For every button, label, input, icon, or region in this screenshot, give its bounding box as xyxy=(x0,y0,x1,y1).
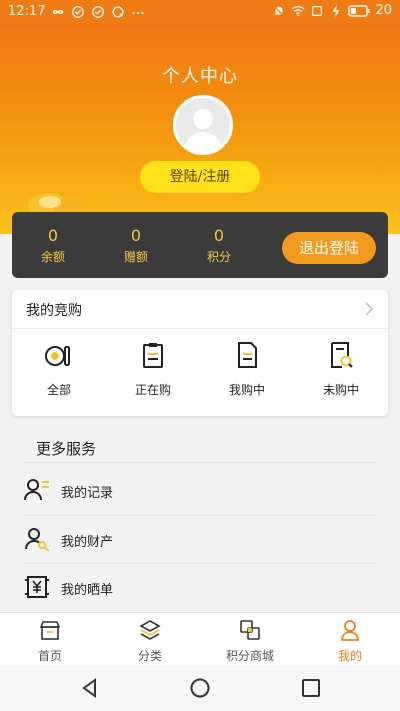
home-circle-icon[interactable] xyxy=(189,677,211,699)
service-label: 我的记录 xyxy=(61,486,114,501)
auction-item-label: 全部 xyxy=(46,383,71,397)
stat-value: 0 xyxy=(47,226,59,245)
tab-home[interactable]: 首页 xyxy=(10,619,90,664)
stats-card: 0 余额 0 赠额 0 积分 退出登陆 xyxy=(12,212,388,278)
auction-all[interactable]: 全部 xyxy=(19,340,99,398)
tab-points-mall[interactable]: 积分商城 xyxy=(210,619,290,664)
search-document-icon xyxy=(331,342,353,368)
document-icon xyxy=(238,342,257,368)
charging-icon xyxy=(332,4,340,17)
gold-coins-icon xyxy=(28,193,86,215)
recents-square-icon[interactable] xyxy=(300,677,322,699)
divider xyxy=(24,462,376,463)
auction-won[interactable]: 我购中 xyxy=(207,340,287,398)
stat-points[interactable]: 0 积分 xyxy=(189,226,249,265)
tab-label: 我的 xyxy=(337,649,362,663)
my-auctions-title: 我的竞购 xyxy=(26,303,82,319)
service-label: 我的晒单 xyxy=(61,583,114,598)
status-bar: 12:17 20 xyxy=(0,0,400,24)
q-icon xyxy=(112,5,124,18)
stat-value: 0 xyxy=(130,226,142,245)
more-dots-icon xyxy=(132,11,144,14)
service-my-records[interactable]: 我的记录 xyxy=(24,467,376,515)
sim-icon xyxy=(312,5,323,16)
battery-level: 20 xyxy=(375,3,392,18)
status-time: 12:17 xyxy=(8,4,46,19)
stat-value: 0 xyxy=(213,226,225,245)
service-label: 我的财产 xyxy=(61,535,114,550)
mute-icon xyxy=(273,4,286,17)
auction-not-won[interactable]: 未购中 xyxy=(301,340,381,398)
stat-balance[interactable]: 0 余额 xyxy=(23,226,83,265)
tab-mine[interactable]: 我的 xyxy=(310,619,390,664)
tab-label: 首页 xyxy=(37,649,62,663)
bottom-tab-bar: 首页 分类 积分商城 我的 xyxy=(0,612,400,665)
stat-bonus[interactable]: 0 赠额 xyxy=(106,226,166,265)
auction-item-label: 正在购 xyxy=(134,383,171,397)
all-icon xyxy=(45,346,70,366)
auction-item-label: 未购中 xyxy=(322,383,359,397)
check-circle-icon xyxy=(72,5,85,18)
auction-item-label: 我购中 xyxy=(228,383,265,397)
user-key-icon xyxy=(25,528,50,552)
stat-label: 余额 xyxy=(40,250,65,264)
tab-label: 积分商城 xyxy=(225,649,274,663)
stat-label: 积分 xyxy=(206,250,231,264)
battery-icon xyxy=(348,4,370,17)
wifi-icon xyxy=(291,5,306,16)
logout-button[interactable]: 退出登陆 xyxy=(282,232,376,264)
clipboard-icon xyxy=(143,343,163,368)
page-title: 个人中心 xyxy=(162,66,238,87)
my-auctions-card: 我的竞购 全部 正在购 我购中 未购中 xyxy=(12,290,388,416)
tab-categories[interactable]: 分类 xyxy=(110,619,190,664)
user-icon xyxy=(341,620,359,641)
chevron-right-icon xyxy=(365,302,374,316)
system-nav-bar xyxy=(0,665,400,711)
status-right: 20 xyxy=(272,3,392,18)
auction-buying[interactable]: 正在购 xyxy=(113,340,193,398)
user-list-icon xyxy=(24,479,49,501)
exchange-icon xyxy=(240,620,260,640)
default-user-icon xyxy=(176,98,230,152)
stat-label: 赠额 xyxy=(123,250,148,264)
shop-icon xyxy=(39,621,61,640)
status-left: 12:17 xyxy=(8,4,145,19)
yen-receipt-icon xyxy=(25,576,49,598)
tab-label: 分类 xyxy=(137,649,162,663)
infinity-icon xyxy=(53,9,64,14)
check-circle-icon-2 xyxy=(92,5,105,18)
service-my-showcase[interactable]: 我的晒单 xyxy=(24,564,376,612)
more-services-title: 更多服务 xyxy=(36,440,97,458)
service-my-assets[interactable]: 我的财产 xyxy=(24,516,376,564)
back-icon[interactable] xyxy=(79,677,101,699)
login-register-button[interactable]: 登陆/注册 xyxy=(140,161,260,193)
my-auctions-header[interactable]: 我的竞购 xyxy=(12,290,388,329)
avatar[interactable] xyxy=(173,95,233,155)
layers-icon xyxy=(139,620,161,640)
